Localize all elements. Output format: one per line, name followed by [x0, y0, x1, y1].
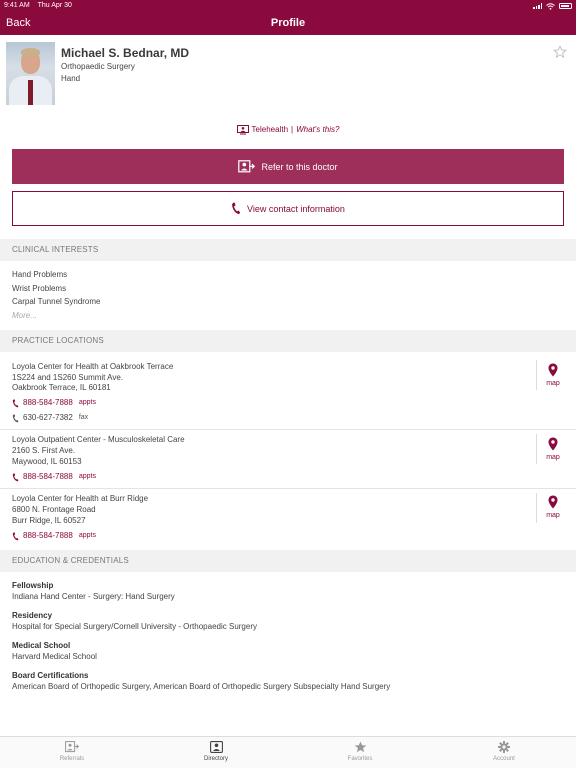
location-address-line2: Maywood, IL 60153: [12, 457, 82, 466]
interest-item: Carpal Tunnel Syndrome: [12, 297, 101, 306]
map-divider: [536, 360, 537, 390]
signal-icon: [533, 3, 542, 9]
status-bar: 9:41 AM Thu Apr 30: [0, 0, 576, 12]
education-header: EDUCATION & CREDENTIALS: [0, 550, 576, 572]
doctor-specialty: Orthopaedic Surgery: [61, 62, 135, 71]
phone-icon: [232, 202, 241, 215]
view-contact-button[interactable]: View contact information: [12, 191, 564, 226]
tab-bar: Referrals Directory Favorites Account: [0, 736, 576, 768]
tab-label: Directory: [203, 756, 228, 762]
credential-title: Medical School: [12, 641, 71, 650]
map-label: map: [546, 380, 560, 387]
location-address-line2: Burr Ridge, IL 60527: [12, 516, 86, 525]
location-address-line1: 2160 S. First Ave.: [12, 446, 75, 455]
page-title: Profile: [270, 17, 306, 29]
credential-value: American Board of Orthopedic Surgery, Am…: [12, 682, 391, 691]
location-address-line1: 6800 N. Frontage Road: [12, 505, 96, 514]
interest-item: Wrist Problems: [12, 284, 67, 293]
doctor-subspecialty: Hand: [61, 74, 81, 83]
location-item: Loyola Outpatient Center - Musculoskelet…: [0, 430, 576, 489]
appointments-phone-link[interactable]: 888-584-7888 appts: [12, 472, 96, 482]
star-icon: [354, 741, 366, 753]
map-divider: [536, 434, 537, 464]
app-screen: 9:41 AM Thu Apr 30 Back Profile Michael …: [0, 0, 576, 768]
view-contact-label: View contact information: [247, 203, 345, 214]
telehealth-icon: [236, 124, 249, 135]
phone-number: 888-584-7888: [23, 398, 73, 407]
phone-icon: [12, 399, 19, 407]
phone-number: 888-584-7888: [23, 472, 73, 481]
interest-item: Hand Problems: [12, 270, 68, 279]
credential-value: Hospital for Special Surgery/Cornell Uni…: [12, 622, 257, 631]
phone-tag: appts: [78, 473, 96, 480]
clinical-interests-header: CLINICAL INTERESTS: [0, 239, 576, 261]
map-divider: [536, 493, 537, 523]
status-time: 9:41 AM: [4, 2, 30, 9]
fax-tag: fax: [78, 414, 89, 421]
credential-title: Fellowship: [12, 581, 54, 590]
tab-label: Account: [493, 756, 515, 762]
gear-icon: [498, 741, 510, 753]
status-date: Thu Apr 30: [37, 2, 72, 9]
directory-icon: [209, 741, 223, 753]
credential-value: Harvard Medical School: [12, 652, 97, 661]
refer-icon: [238, 160, 256, 173]
tab-account[interactable]: Account: [464, 741, 544, 762]
fax-number: 630-627-7382: [23, 413, 73, 422]
telehealth-help-link[interactable]: What's this?: [296, 125, 339, 134]
location-name: Loyola Center for Health at Burr Ridge: [12, 494, 149, 503]
location-address-line2: Oakbrook Terrace, IL 60181: [12, 383, 111, 392]
map-button[interactable]: map: [541, 495, 565, 520]
favorite-star-icon[interactable]: [553, 45, 567, 59]
refer-button-label: Refer to this doctor: [261, 161, 338, 172]
map-pin-icon: [548, 495, 558, 509]
telehealth-separator: |: [291, 125, 294, 134]
fax-number-row[interactable]: 630-627-7382 fax: [12, 413, 88, 423]
tab-referrals[interactable]: Referrals: [32, 741, 112, 762]
credential-title: Board Certifications: [12, 671, 89, 680]
appointments-phone-link[interactable]: 888-584-7888 appts: [12, 531, 96, 541]
telehealth-row: Telehealth | What's this?: [0, 124, 576, 136]
credential-value: Indiana Hand Center - Surgery: Hand Surg…: [12, 592, 175, 601]
map-pin-icon: [548, 363, 558, 377]
location-name: Loyola Center for Health at Oakbrook Ter…: [12, 362, 174, 371]
phone-icon: [12, 532, 19, 540]
doctor-name: Michael S. Bednar, MD: [61, 46, 190, 60]
more-interests-link[interactable]: More...: [12, 311, 37, 321]
tab-label: Referrals: [59, 756, 85, 762]
doctor-photo: [6, 42, 55, 105]
appointments-phone-link[interactable]: 888-584-7888 appts: [12, 398, 96, 408]
map-button[interactable]: map: [541, 363, 565, 388]
map-pin-icon: [548, 437, 558, 451]
practice-locations-header: PRACTICE LOCATIONS: [0, 330, 576, 352]
phone-tag: appts: [78, 532, 96, 539]
referral-icon: [65, 741, 79, 753]
telehealth-label: Telehealth: [251, 125, 289, 134]
map-button[interactable]: map: [541, 437, 565, 462]
wifi-icon: [546, 2, 555, 10]
refer-button[interactable]: Refer to this doctor: [12, 149, 564, 184]
map-label: map: [546, 512, 560, 519]
tab-directory[interactable]: Directory: [176, 741, 256, 762]
phone-icon: [12, 473, 19, 481]
map-label: map: [546, 454, 560, 461]
battery-icon: [559, 3, 572, 9]
location-item: Loyola Center for Health at Oakbrook Ter…: [0, 352, 576, 430]
tab-label: Favorites: [347, 756, 373, 762]
location-name: Loyola Outpatient Center - Musculoskelet…: [12, 435, 185, 444]
tab-favorites[interactable]: Favorites: [320, 741, 400, 762]
fax-phone-icon: [12, 414, 19, 422]
phone-number: 888-584-7888: [23, 531, 73, 540]
credential-title: Residency: [12, 611, 53, 620]
phone-tag: appts: [78, 399, 96, 406]
location-address-line1: 1S224 and 1S260 Summit Ave.: [12, 373, 124, 382]
navigation-bar: Back Profile: [0, 12, 576, 35]
location-item: Loyola Center for Health at Burr Ridge 6…: [0, 489, 576, 549]
